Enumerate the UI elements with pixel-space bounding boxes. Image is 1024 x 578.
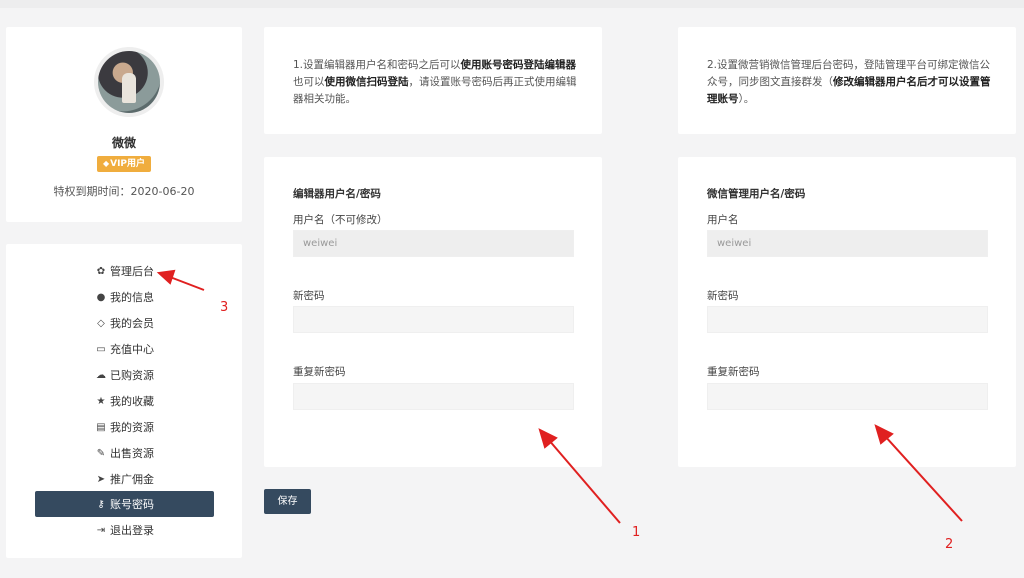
annotation-arrows <box>156 269 963 524</box>
arrow-3-head <box>156 269 176 285</box>
arrow-1-line <box>547 438 621 524</box>
annotation-label-3: 3 <box>220 300 229 315</box>
annotation-label-2: 2 <box>945 537 954 552</box>
arrow-3-line <box>169 276 205 291</box>
arrow-2-line <box>883 434 963 522</box>
annotation-label-1: 1 <box>632 525 641 540</box>
